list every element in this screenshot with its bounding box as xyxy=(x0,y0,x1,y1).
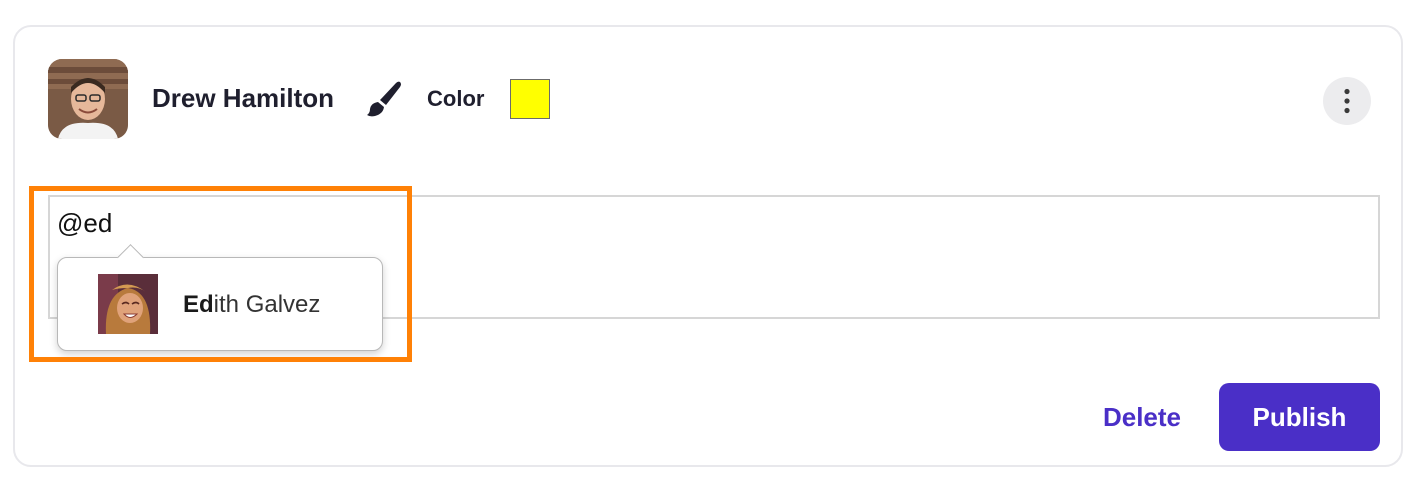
mention-suggestion-item[interactable]: Edith Galvez xyxy=(57,244,383,351)
delete-button[interactable]: Delete xyxy=(1083,383,1201,451)
mention-name-match: Ed xyxy=(183,291,214,318)
color-swatch[interactable] xyxy=(510,79,550,119)
author-avatar-photo xyxy=(48,59,128,139)
mention-name-rest: ith Galvez xyxy=(213,291,321,318)
mention-avatar xyxy=(98,274,158,334)
color-label: Color xyxy=(427,86,485,111)
paint-brush-icon[interactable] xyxy=(364,79,404,119)
more-options-button[interactable] xyxy=(1323,77,1371,125)
author-name: Drew Hamilton xyxy=(152,83,335,113)
author-avatar xyxy=(48,59,128,139)
comment-text: @ed xyxy=(57,208,113,238)
mention-avatar-photo xyxy=(98,274,158,334)
comment-card: Drew Hamilton Color @ed Edith Galvez Del… xyxy=(13,25,1403,467)
mention-name: Edith Galvez xyxy=(183,291,320,319)
publish-button[interactable]: Publish xyxy=(1219,383,1380,451)
vertical-ellipsis-icon xyxy=(1344,88,1350,114)
